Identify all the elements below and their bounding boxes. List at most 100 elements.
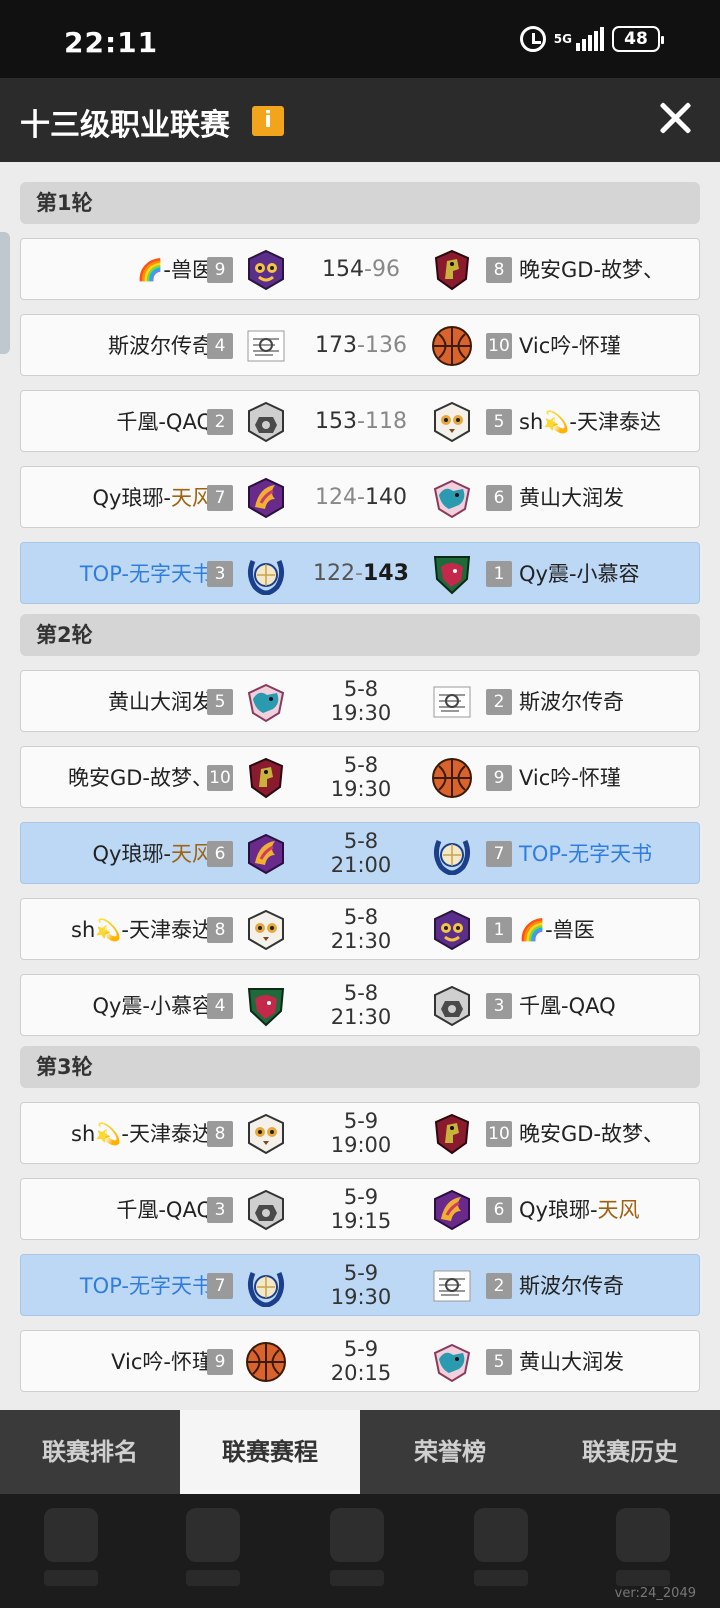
home-team-rank: 3 [207,561,233,587]
away-team-name: Qy震-小慕容 [519,562,640,586]
basketball-orange-logo-icon [432,758,472,798]
phoenix-purple-logo-icon [434,1189,470,1231]
status-time: 22:11 [64,26,159,59]
away-team-name: TOP-无字天书 [519,842,653,866]
blurred-nav-icon [616,1508,670,1562]
blurred-nav-icon [330,1508,384,1562]
match-row[interactable]: 千凰-QAQ 2 153-118 5 sh💫-天津泰达 [20,390,700,452]
home-team-name: 黄山大润发 [108,690,213,714]
match-row[interactable]: Qy琅琊-天风 7 124-140 6 黄山大润发 [20,466,700,528]
home-team-rank: 2 [207,409,233,435]
phoenix-purple-logo-icon [248,833,284,875]
match-datetime: 5-9 19:15 [330,1185,392,1233]
away-team-rank: 2 [486,689,512,715]
laurel-ball-logo-icon [247,1272,285,1307]
bull-teal-logo-icon [433,479,471,519]
home-team-rank: 3 [207,1197,233,1223]
gray-hex-logo-icon [434,985,470,1027]
away-team-rank: 6 [486,1197,512,1223]
away-team-rank: 1 [486,917,512,943]
match-row[interactable]: 晚安GD-故梦、 10 5-8 19:30 9 Vic吟-怀瑾 [20,746,700,808]
tab-league-schedule[interactable]: 联赛赛程 [180,1410,360,1494]
sketch-logo-icon [247,330,285,362]
schedule-list[interactable]: 第1轮 🌈-兽医 9 154-96 8 晚安GD-故梦、 斯波尔传奇 4 173… [0,162,720,1410]
home-team-name: sh💫-天津泰达 [71,918,213,942]
owl-white-logo-icon [248,1113,284,1155]
away-team-name: sh💫-天津泰达 [519,410,661,434]
owl-purple-logo-icon [248,249,284,291]
scroll-indicator[interactable] [0,232,10,354]
laurel-ball-logo-icon [433,840,471,875]
match-row[interactable]: sh💫-天津泰达 8 5-8 21:30 1 🌈-兽医 [20,898,700,960]
gray-hex-logo-icon [248,1189,284,1231]
status-bar: 22:11 5G 48 [0,0,720,78]
basketball-orange-logo-icon [246,1342,286,1382]
match-row-highlighted[interactable]: Qy琅琊-天风 6 5-8 21:00 7 TOP-无字天书 [20,822,700,884]
match-row-highlighted[interactable]: TOP-无字天书 3 122-143 1 Qy震-小慕容 [20,542,700,604]
away-team-rank: 8 [486,257,512,283]
network-label: 5G [553,32,572,46]
tab-honor-roll[interactable]: 荣誉榜 [360,1410,540,1494]
home-team-rank: 7 [207,485,233,511]
home-team-name: 斯波尔传奇 [108,334,213,358]
match-row[interactable]: sh💫-天津泰达 8 5-9 19:00 10 晚安GD-故梦、 [20,1102,700,1164]
home-team-rank: 4 [207,333,233,359]
blurred-nav-label [44,1570,98,1586]
sketch-logo-icon [433,686,471,718]
version-label: ver:24_2049 [614,1586,696,1601]
away-team-name: 黄山大润发 [519,1350,624,1374]
close-icon[interactable] [658,100,692,134]
home-team-rank: 8 [207,917,233,943]
bull-teal-logo-icon [247,683,285,723]
round-header: 第1轮 [20,182,700,224]
blurred-nav-label [330,1570,384,1586]
home-team-name: Qy琅琊-天风 [92,486,213,510]
home-team-name: Qy震-小慕容 [92,994,213,1018]
match-datetime: 5-8 21:30 [330,905,392,953]
owl-purple-logo-icon [434,909,470,951]
round-header: 第2轮 [20,614,700,656]
blurred-nav-icon [186,1508,240,1562]
home-team-rank: 8 [207,1121,233,1147]
dragon-shield-logo-icon [434,249,470,291]
sketch-logo-icon [433,1270,471,1302]
away-team-rank: 2 [486,1273,512,1299]
match-score: 124-140 [315,485,407,510]
away-team-rank: 10 [486,1121,512,1147]
away-team-name: Vic吟-怀瑾 [519,334,621,358]
battery-icon: 48 [612,26,664,52]
home-team-name: Qy琅琊-天风 [92,842,213,866]
away-team-rank: 9 [486,765,512,791]
away-team-name: Qy琅琊-天风 [519,1198,640,1222]
away-team-rank: 3 [486,993,512,1019]
blurred-nav-label [616,1570,670,1586]
match-row[interactable]: Qy震-小慕容 4 5-8 21:30 3 千凰-QAQ [20,974,700,1036]
match-score: 173-136 [315,333,407,358]
match-row-highlighted[interactable]: TOP-无字天书 7 5-9 19:30 2 斯波尔传奇 [20,1254,700,1316]
match-score: 153-118 [315,409,407,434]
info-icon[interactable]: i [252,106,284,136]
home-team-rank: 4 [207,993,233,1019]
match-datetime: 5-8 19:30 [330,677,392,725]
round-header: 第3轮 [20,1046,700,1088]
laurel-ball-logo-icon [247,560,285,595]
away-team-name: 晚安GD-故梦、 [519,1122,665,1146]
away-team-name: 千凰-QAQ [519,994,616,1018]
match-row[interactable]: 千凰-QAQ 3 5-9 19:15 6 Qy琅琊-天风 [20,1178,700,1240]
away-team-rank: 10 [486,333,512,359]
match-row[interactable]: 黄山大润发 5 5-8 19:30 2 斯波尔传奇 [20,670,700,732]
home-team-rank: 10 [207,765,233,791]
match-score: 122-143 [313,561,409,586]
tab-league-history[interactable]: 联赛历史 [540,1410,720,1494]
home-team-name: 🌈-兽医 [137,258,213,282]
blurred-nav-icon [44,1508,98,1562]
tab-league-ranking[interactable]: 联赛排名 [0,1410,180,1494]
match-row[interactable]: 🌈-兽医 9 154-96 8 晚安GD-故梦、 [20,238,700,300]
blurred-nav-label [474,1570,528,1586]
match-row[interactable]: Vic吟-怀瑾 9 5-9 20:15 5 黄山大润发 [20,1330,700,1392]
match-datetime: 5-8 19:30 [330,753,392,801]
home-team-rank: 5 [207,689,233,715]
blurred-bottom-nav [0,1494,720,1608]
status-icons: 5G 48 [519,26,664,52]
match-row[interactable]: 斯波尔传奇 4 173-136 10 Vic吟-怀瑾 [20,314,700,376]
